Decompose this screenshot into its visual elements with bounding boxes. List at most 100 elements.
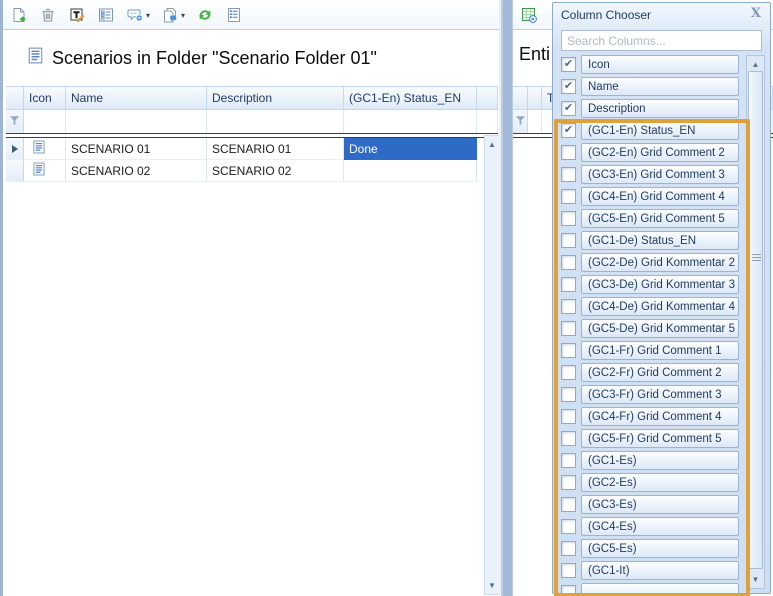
dropdown-caret-icon[interactable]: ▾	[181, 10, 185, 20]
filter-cell[interactable]	[66, 110, 207, 133]
column-checkbox[interactable]	[561, 299, 576, 314]
column-checkbox[interactable]	[561, 233, 576, 248]
column-item-button[interactable]: (GC5-De) Grid Kommentar 5	[581, 319, 739, 338]
column-checkbox[interactable]	[561, 365, 576, 380]
column-checkbox[interactable]	[561, 475, 576, 490]
export-excel-icon	[520, 6, 538, 24]
column-checkbox[interactable]: ✔	[561, 101, 576, 116]
column-item-button[interactable]: (GC1-Fr) Grid Comment 1	[581, 341, 739, 360]
column-checkbox[interactable]	[561, 497, 576, 512]
grid-vertical-scrollbar[interactable]: ▲ ▼	[484, 135, 500, 595]
column-header[interactable]	[513, 87, 528, 110]
column-header[interactable]: Icon	[24, 87, 66, 110]
column-item-button[interactable]: (GC4-De) Grid Kommentar 4	[581, 297, 739, 316]
column-checkbox[interactable]	[561, 519, 576, 534]
scroll-down-icon[interactable]: ▼	[747, 572, 764, 587]
column-header[interactable]: Name	[66, 87, 207, 110]
column-item-button[interactable]: (GC1-Es)	[581, 451, 739, 470]
filter-row-indicator[interactable]	[513, 110, 528, 133]
column-checkbox[interactable]	[561, 409, 576, 424]
column-checkbox[interactable]	[561, 211, 576, 226]
filter-cell[interactable]	[24, 110, 66, 133]
column-checkbox[interactable]	[561, 167, 576, 182]
scroll-up-icon[interactable]: ▲	[747, 57, 764, 72]
scroll-up-icon[interactable]: ▲	[485, 137, 499, 152]
filter-cell[interactable]	[528, 110, 542, 133]
column-item-button[interactable]: Name	[581, 77, 739, 96]
column-checkbox[interactable]	[561, 541, 576, 556]
name-cell[interactable]: SCENARIO 01	[66, 138, 207, 160]
column-item-button[interactable]: (GC2-Fr) Grid Comment 2	[581, 363, 739, 382]
column-item-button[interactable]: (GC4-Fr) Grid Comment 4	[581, 407, 739, 426]
column-checkbox[interactable]	[561, 145, 576, 160]
column-checkbox[interactable]	[561, 563, 576, 578]
column-checkbox[interactable]: ✔	[561, 57, 576, 72]
column-item-button[interactable]: (GC2-En) Grid Comment 2	[581, 143, 739, 162]
column-header[interactable]: (GC1-En) Status_EN	[344, 87, 477, 110]
scroll-down-icon[interactable]: ▼	[485, 578, 499, 593]
column-checkbox[interactable]	[561, 585, 576, 596]
toolbar-button-comments[interactable]: ▾	[124, 3, 152, 27]
filter-funnel-icon	[515, 113, 526, 131]
filter-cell[interactable]	[344, 110, 477, 133]
close-icon[interactable]: X	[751, 7, 761, 21]
status-cell[interactable]	[344, 160, 477, 182]
column-item-button[interactable]: (GC3-Es)	[581, 495, 739, 514]
column-chooser-scrollbar[interactable]: ▲ ▼	[746, 55, 765, 589]
table-row[interactable]: SCENARIO 02SCENARIO 02	[6, 160, 498, 182]
column-checkbox[interactable]	[561, 343, 576, 358]
column-item-button[interactable]: (GC2-Es)	[581, 473, 739, 492]
row-indicator-cell[interactable]	[6, 138, 24, 160]
search-columns-input[interactable]	[561, 30, 762, 51]
table-row[interactable]: SCENARIO 01SCENARIO 01Done	[6, 138, 498, 160]
panel-splitter[interactable]	[499, 0, 512, 596]
column-header[interactable]: Description	[207, 87, 344, 110]
column-item-button[interactable]: (GC5-En) Grid Comment 5	[581, 209, 739, 228]
column-checkbox[interactable]	[561, 189, 576, 204]
column-checkbox[interactable]	[561, 255, 576, 270]
column-checkbox[interactable]	[561, 431, 576, 446]
column-checkbox[interactable]: ✔	[561, 79, 576, 94]
toolbar-button-document-comments[interactable]: ▾	[159, 3, 187, 27]
column-chooser-row: (GC5-Fr) Grid Comment 5	[561, 429, 739, 448]
description-cell[interactable]: SCENARIO 02	[207, 160, 344, 182]
column-item-button[interactable]: (GC3-De) Grid Kommentar 3	[581, 275, 739, 294]
column-item-button[interactable]: Description	[581, 99, 739, 118]
dropdown-caret-icon[interactable]: ▾	[146, 10, 150, 20]
column-item-button[interactable]: (GC3-Fr) Grid Comment 3	[581, 385, 739, 404]
row-icon-cell[interactable]	[24, 160, 66, 182]
toolbar-button-export-excel[interactable]	[518, 3, 540, 27]
name-cell[interactable]: SCENARIO 02	[66, 160, 207, 182]
column-checkbox[interactable]	[561, 387, 576, 402]
description-cell[interactable]: SCENARIO 01	[207, 138, 344, 160]
toolbar-button-edit-text[interactable]	[66, 3, 88, 27]
column-checkbox[interactable]	[561, 321, 576, 336]
row-icon-cell[interactable]	[24, 138, 66, 160]
column-item-button[interactable]: Icon	[581, 55, 739, 74]
column-checkbox[interactable]	[561, 453, 576, 468]
column-header[interactable]	[528, 87, 542, 110]
column-item-button[interactable]	[581, 583, 739, 596]
column-item-button[interactable]: (GC1-En) Status_EN	[581, 121, 739, 140]
column-item-button[interactable]: (GC2-De) Grid Kommentar 2	[581, 253, 739, 272]
scrollbar-thumb[interactable]	[748, 71, 763, 569]
filter-cell[interactable]	[207, 110, 344, 133]
toolbar-button-properties[interactable]	[95, 3, 117, 27]
row-indicator-cell[interactable]	[6, 160, 24, 182]
column-checkbox[interactable]	[561, 277, 576, 292]
column-item-button[interactable]: (GC5-Fr) Grid Comment 5	[581, 429, 739, 448]
column-checkbox[interactable]: ✔	[561, 123, 576, 138]
toolbar-button-new-item[interactable]	[8, 3, 30, 27]
column-item-button[interactable]: (GC3-En) Grid Comment 3	[581, 165, 739, 184]
column-chooser-row: (GC1-De) Status_EN	[561, 231, 739, 250]
toolbar-button-copy-structure[interactable]	[223, 3, 245, 27]
column-item-button[interactable]: (GC1-De) Status_EN	[581, 231, 739, 250]
column-item-button[interactable]: (GC4-Es)	[581, 517, 739, 536]
status-cell[interactable]: Done	[344, 138, 477, 160]
column-item-button[interactable]: (GC1-It)	[581, 561, 739, 580]
column-item-button[interactable]: (GC4-En) Grid Comment 4	[581, 187, 739, 206]
column-item-button[interactable]: (GC5-Es)	[581, 539, 739, 558]
toolbar-button-delete[interactable]	[37, 3, 59, 27]
filter-row-indicator[interactable]	[6, 110, 24, 133]
toolbar-button-refresh[interactable]	[194, 3, 216, 27]
